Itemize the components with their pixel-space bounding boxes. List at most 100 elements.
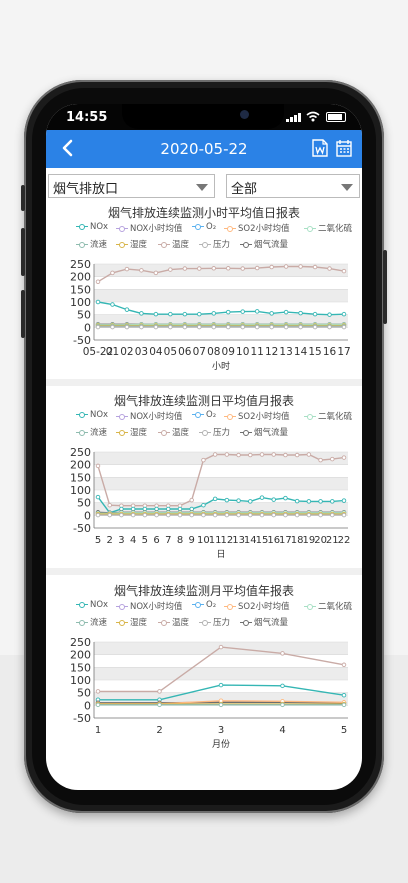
data-point[interactable] [283,495,288,501]
data-point[interactable] [283,512,288,518]
data-point[interactable] [298,324,303,330]
data-point[interactable] [95,512,101,518]
data-point[interactable] [197,266,202,271]
data-point[interactable] [168,311,173,317]
data-point[interactable] [341,324,347,330]
data-point[interactable] [271,452,276,457]
data-point[interactable] [283,264,289,269]
data-point[interactable] [124,266,130,272]
data-point[interactable] [139,311,144,316]
data-point[interactable] [236,452,241,458]
data-point[interactable] [269,264,274,270]
data-point[interactable] [130,512,136,518]
data-point[interactable] [218,702,224,708]
data-point[interactable] [248,452,253,458]
data-point[interactable] [269,324,274,330]
legend-item[interactable]: 流速 [76,616,107,628]
data-point[interactable] [224,497,230,503]
data-point[interactable] [259,452,265,457]
data-point[interactable] [201,512,206,518]
data-point[interactable] [211,266,217,271]
data-point[interactable] [341,455,347,460]
data-point[interactable] [225,309,231,315]
data-point[interactable] [211,311,217,316]
legend-item[interactable]: 烟气流量 [240,426,288,438]
data-point[interactable] [330,456,335,462]
data-point[interactable] [254,309,260,314]
data-point[interactable] [168,267,173,272]
data-point[interactable] [306,512,312,518]
legend-item[interactable]: NOX小时均值 [116,222,182,234]
data-point[interactable] [182,266,188,271]
data-point[interactable] [271,497,276,502]
data-point[interactable] [259,495,265,500]
data-point[interactable] [107,512,112,518]
data-point[interactable] [189,497,194,503]
data-point[interactable] [95,494,101,500]
legend-item[interactable]: SO2小时均值 [224,600,290,612]
data-point[interactable] [124,307,130,312]
data-point[interactable] [110,302,115,307]
data-point[interactable] [182,311,188,317]
data-point[interactable] [254,324,260,330]
data-point[interactable] [224,452,230,457]
data-point[interactable] [294,452,300,458]
legend-item[interactable]: 湿度 [116,616,147,628]
data-point[interactable] [95,702,101,708]
data-point[interactable] [197,324,202,330]
data-point[interactable] [254,265,260,271]
data-point[interactable] [306,452,312,457]
data-point[interactable] [341,268,347,274]
data-point[interactable] [341,662,347,668]
data-point[interactable] [341,498,347,503]
station-select[interactable]: 烟气排放口 [48,174,215,198]
data-point[interactable] [341,311,347,317]
data-point[interactable] [312,311,318,317]
legend-item[interactable]: NOX小时均值 [116,600,182,612]
data-point[interactable] [225,324,231,330]
legend-item[interactable]: 烟气流量 [240,616,288,628]
data-point[interactable] [318,512,323,518]
data-point[interactable] [248,512,253,518]
data-point[interactable] [294,498,300,504]
legend-item[interactable]: NOx [76,600,108,610]
data-point[interactable] [294,512,300,518]
legend-item[interactable]: 二氧化硫 [304,222,352,234]
legend-item[interactable]: 二氧化硫 [304,410,352,422]
data-point[interactable] [95,463,101,469]
data-point[interactable] [212,512,218,518]
calendar-icon[interactable] [336,139,352,157]
data-point[interactable] [330,499,335,504]
data-point[interactable] [182,324,188,330]
data-point[interactable] [280,683,285,689]
data-point[interactable] [318,499,323,504]
data-point[interactable] [283,309,289,315]
data-point[interactable] [225,266,231,271]
legend-item[interactable]: SO2小时均值 [224,410,290,422]
legend-item[interactable]: 温度 [158,426,189,438]
data-point[interactable] [259,512,265,518]
data-point[interactable] [153,324,159,330]
data-point[interactable] [110,324,115,330]
legend-item[interactable]: NOx [76,222,108,232]
data-point[interactable] [271,512,276,518]
data-point[interactable] [218,644,224,650]
data-point[interactable] [177,512,183,518]
legend-item[interactable]: SO2小时均值 [224,222,290,234]
data-point[interactable] [248,499,253,504]
legend-item[interactable]: 二氧化硫 [304,600,352,612]
legend-item[interactable]: 湿度 [116,426,147,438]
legend-item[interactable]: 温度 [158,238,189,250]
data-point[interactable] [110,270,115,276]
data-point[interactable] [124,324,130,330]
data-point[interactable] [153,311,159,317]
legend-item[interactable]: 压力 [199,426,230,438]
data-point[interactable] [197,311,202,317]
legend-item[interactable]: 湿度 [116,238,147,250]
word-export-icon[interactable] [312,139,328,157]
data-point[interactable] [298,310,303,316]
scope-select[interactable]: 全部 [226,174,360,198]
data-point[interactable] [312,264,318,270]
data-point[interactable] [240,266,245,271]
legend-item[interactable]: O₂ [192,410,216,420]
